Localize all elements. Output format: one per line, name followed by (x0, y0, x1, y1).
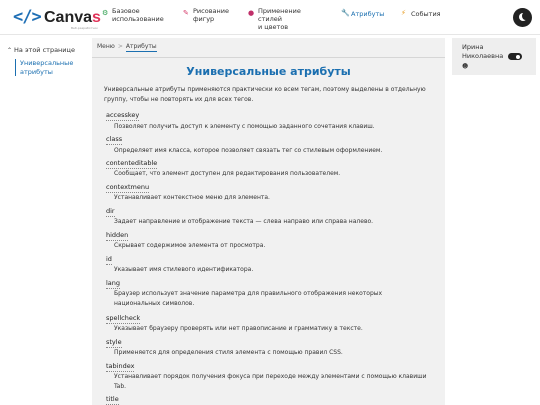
intro-text: Универсальные атрибуты применяются практ… (104, 86, 426, 103)
breadcrumb-current: Атрибуты (125, 43, 157, 52)
moon-icon (519, 12, 529, 21)
attribute-name[interactable]: hidden (106, 231, 129, 241)
attribute-description: Сообщает, что элемент доступен для редак… (114, 170, 341, 177)
nav-label: Рисование фигур (193, 7, 229, 23)
attribute-name[interactable]: dir (106, 207, 115, 217)
breadcrumb-home[interactable]: Меню (97, 43, 115, 50)
wrench-icon: 🔧 (341, 9, 350, 17)
attribute-name[interactable]: tabindex (106, 362, 135, 372)
attribute-name[interactable]: style (106, 338, 122, 348)
attribute-description: Задает направление и отображение текста … (114, 218, 374, 225)
attribute-name[interactable]: lang (106, 279, 121, 289)
attribute-name[interactable]: contenteditable (106, 159, 158, 169)
attribute-description: Устанавливает контекстное меню для элеме… (114, 194, 270, 201)
nav-label: Применение стилей и цветов (258, 7, 301, 31)
attribute-name[interactable]: id (106, 255, 112, 265)
attribute-name[interactable]: contextmenu (106, 183, 150, 193)
toggle-knob (516, 54, 520, 59)
attribute-description: Скрывает содержимое элемента от просмотр… (114, 242, 266, 249)
nav-label: События (411, 10, 441, 18)
attribute-description: Применяется для определения стиля элемен… (114, 349, 343, 356)
palette-icon: ● (248, 9, 255, 17)
chevron-up-icon: ⌃ (7, 47, 13, 54)
attribute-description: Указывает имя стилевого идентификатора. (114, 266, 254, 273)
nav-label: Атрибуты (351, 10, 385, 18)
breadcrumb: Меню > Атрибуты (97, 43, 157, 52)
attribute-name[interactable]: spellcheck (106, 314, 141, 324)
gear-icon: ⚙ (102, 9, 109, 17)
logo-word: Canvas (44, 9, 101, 26)
attribute-name[interactable]: class (106, 135, 123, 145)
attribute-description: Браузер использует значение параметра дл… (114, 290, 383, 307)
toc-link-universal-attributes[interactable]: Универсальные атрибуты (15, 59, 85, 76)
theme-toggle-button[interactable] (513, 8, 532, 27)
user-name: Ирина Николаевна (462, 43, 504, 60)
toc-toggle[interactable]: ⌃ На этой странице (7, 46, 75, 54)
user-icon[interactable]: ☻ (462, 63, 468, 70)
user-toggle[interactable] (508, 53, 522, 60)
breadcrumb-separator: > (117, 43, 123, 50)
divider (92, 57, 445, 58)
logo-subtitle: Веб-разработчик (71, 26, 98, 30)
attribute-name[interactable]: accesskey (106, 111, 140, 121)
attribute-description: Позволяет получить доступ к элементу с п… (114, 123, 375, 130)
attribute-description: Устанавливает порядок получения фокуса п… (114, 373, 427, 390)
logo-code-icon: </> (13, 7, 42, 27)
attribute-description: Указывает браузеру проверять или нет пра… (114, 325, 363, 332)
user-card: Ирина Николаевна ☻ (452, 38, 536, 75)
shapes-icon: ✎ (183, 9, 189, 17)
attribute-description: Определяет имя класса, которое позволяет… (114, 147, 383, 154)
top-header: </> Canvas Веб-разработчик ⚙ Базовое испо… (0, 0, 540, 35)
main-content: Меню > Атрибуты Универсальные атрибуты Уни… (92, 38, 445, 405)
nav-label: Базовое использование (112, 7, 164, 23)
page-title: Универсальные атрибуты (186, 65, 351, 78)
bolt-icon: ⚡ (401, 9, 406, 17)
attribute-name[interactable]: title (106, 395, 119, 405)
